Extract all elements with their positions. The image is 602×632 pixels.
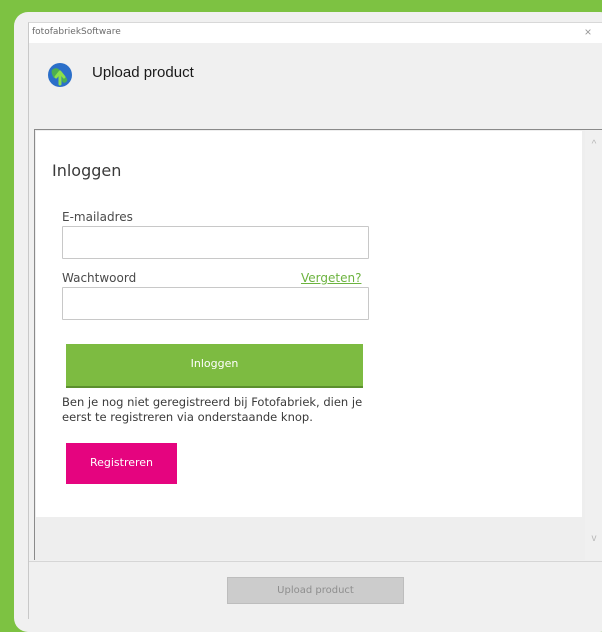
form-title: Inloggen [52,161,122,180]
globe-upload-icon [48,63,72,87]
password-label: Wachtwoord [62,271,137,285]
title-bar: fotofabriekSoftware × [29,23,602,43]
email-label: E-mailadres [62,210,133,224]
footer: Upload product [29,561,602,620]
upload-product-button[interactable]: Upload product [227,577,404,604]
email-field[interactable] [62,226,369,259]
login-form: Inloggen E-mailadres Wachtwoord Vergeten… [36,131,582,517]
scroll-up-icon[interactable]: ^ [589,140,599,150]
register-button[interactable]: Registreren [66,443,177,484]
close-icon[interactable]: × [581,25,595,39]
registration-info-text: Ben je nog niet geregistreerd bij Fotofa… [62,395,363,424]
scrollbar[interactable]: ^ v [585,130,602,560]
header: Upload product [29,43,602,129]
page-title: Upload product [92,64,194,81]
content-panel: Inloggen E-mailadres Wachtwoord Vergeten… [34,129,602,560]
password-field[interactable] [62,287,369,320]
login-button[interactable]: Inloggen [66,344,363,386]
window-title: fotofabriekSoftware [32,27,121,37]
forgot-password-link[interactable]: Vergeten? [301,271,361,285]
app-window: fotofabriekSoftware × Upload product Inl… [28,22,602,620]
scroll-down-icon[interactable]: v [589,534,599,544]
